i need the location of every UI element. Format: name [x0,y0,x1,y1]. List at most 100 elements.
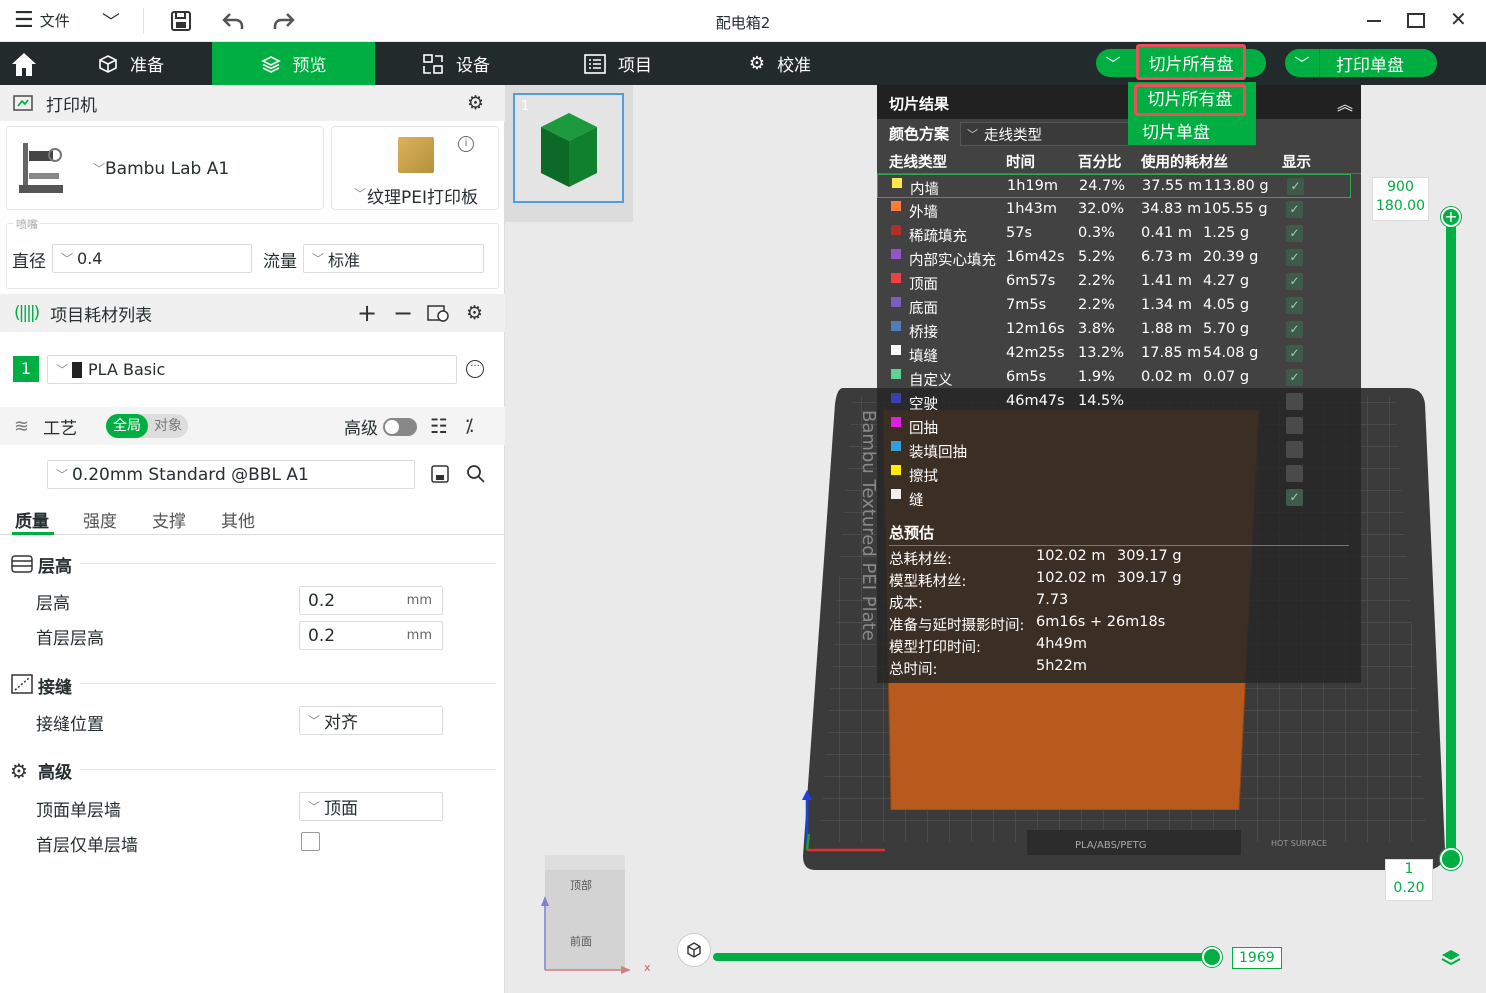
menu-slice-plate[interactable]: 切片单盘 [1142,118,1210,143]
legend-visibility-checkbox[interactable]: ✓ [1286,273,1303,290]
plate-thumbnail[interactable]: 1 [513,93,624,203]
legend-name: 缝 [909,493,924,509]
legend-length: 1.34 m [1141,297,1193,313]
list-view-icon[interactable]: ☷ [430,414,448,438]
object-option[interactable]: 对象 [148,414,188,438]
home-icon[interactable] [10,51,38,77]
undo-icon[interactable] [221,10,245,32]
minimize-icon[interactable] [1367,20,1381,22]
tab-quality[interactable]: 质量 [15,507,49,532]
tab-project[interactable]: 项目 [537,42,699,85]
print-dropdown-chevron-icon[interactable]: ﹀ [1285,53,1319,74]
layer-slider-track[interactable] [1446,217,1456,860]
process-preset-select[interactable]: ﹀ 0.20mm Standard @BBL A1 [47,460,415,489]
maximize-icon[interactable] [1407,13,1425,28]
info-icon[interactable]: i [458,136,474,152]
legend-visibility-checkbox[interactable] [1286,465,1303,482]
printer-model-select[interactable]: Bambu Lab A1 [105,159,229,179]
gear-icon: ⚙ [748,53,766,74]
close-icon[interactable]: ✕ [1450,7,1467,31]
first-layer-height-label: 首层层高 [36,629,104,649]
save-preset-icon[interactable] [431,465,449,483]
reset-view-icon[interactable] [677,933,711,967]
slice-all-button[interactable]: 切片所有盘 [1136,44,1246,80]
more-options-icon[interactable]: ··· [466,360,484,378]
color-scheme-select[interactable]: ﹀ 走线类型 [960,122,1130,146]
chevron-down-icon[interactable]: ﹀ [102,8,120,34]
top-single-wall-select[interactable]: ﹀ 顶面 [299,792,443,821]
layer-height-group-title: 层高 [38,557,72,577]
add-icon[interactable]: + [357,299,377,327]
search-icon[interactable] [466,464,486,484]
menu-slice-all[interactable]: 切片所有盘 [1134,84,1246,116]
seam-position-select[interactable]: ﹀ 对齐 [299,706,443,735]
header-time: 时间 [1006,155,1035,171]
filament-settings-gear-icon[interactable]: ⚙ [466,302,483,324]
legend-name: 底面 [909,301,938,317]
print-plate-button[interactable]: 打印单盘 [1320,51,1404,76]
legend-visibility-checkbox[interactable]: ✓ [1286,345,1303,362]
tab-calibrate[interactable]: ⚙ 校准 [699,42,861,85]
legend-visibility-checkbox[interactable]: ✓ [1286,489,1303,506]
legend-name: 擦拭 [909,469,938,485]
save-icon[interactable] [170,10,192,32]
compare-icon[interactable]: ⁒ [465,415,474,437]
global-option[interactable]: 全局 [106,414,148,438]
tab-strength[interactable]: 强度 [83,507,117,532]
legend-weight: 1.25 g [1203,225,1250,241]
legend-visibility-checkbox[interactable]: ✓ [1286,201,1303,218]
tab-device[interactable]: 设备 [375,42,537,85]
redo-icon[interactable] [272,10,296,32]
printer-settings-gear-icon[interactable]: ⚙ [467,92,484,114]
move-slider-track[interactable] [713,953,1211,961]
plate-card[interactable]: i ﹀ 纹理PEI打印板 [331,126,499,210]
first-layer-single-wall-checkbox[interactable] [301,832,320,851]
printer-card[interactable]: ﹀ Bambu Lab A1 [6,126,324,210]
remove-icon[interactable]: − [393,299,413,327]
tab-preview[interactable]: 预览 [212,42,375,85]
layer-slider-bottom-thumb[interactable] [1440,848,1462,870]
total-value-2: 309.17 g [1117,548,1182,564]
legend-visibility-checkbox[interactable] [1286,393,1303,410]
legend-visibility-checkbox[interactable] [1286,441,1303,458]
file-menu[interactable]: ☰ 文件 [14,9,70,31]
first-layer-height-unit: mm [406,628,432,643]
seam-icon [11,674,33,694]
legend-time: 12m16s [1006,321,1065,337]
legend-percent: 0.3% [1078,225,1115,241]
legend-visibility-checkbox[interactable]: ✓ [1286,225,1303,242]
legend-visibility-checkbox[interactable] [1286,417,1303,434]
layers-toggle-icon[interactable] [1440,947,1462,969]
advanced-toggle[interactable] [383,418,417,436]
chevron-down-icon: ﹀ [56,363,69,377]
tab-prepare[interactable]: 准备 [50,42,212,85]
legend-visibility-checkbox[interactable]: ✓ [1286,321,1303,338]
first-layer-height-input[interactable]: 0.2 mm [299,621,443,650]
diameter-select[interactable]: ﹀ 0.4 [52,244,252,273]
legend-swatch [891,345,901,355]
layer-slider-top-thumb[interactable]: + [1441,207,1461,227]
total-value-2: 309.17 g [1117,570,1182,586]
move-slider-thumb[interactable] [1202,947,1222,967]
global-object-toggle[interactable]: 全局 对象 [106,414,188,438]
title-bar: ☰ 文件 ﹀ 配电箱2 ✕ [0,0,1486,42]
legend-visibility-checkbox[interactable]: ✓ [1287,178,1304,195]
slice-dropdown-chevron-icon[interactable]: ﹀ [1096,53,1130,74]
legend-time: 6m5s [1006,369,1047,385]
file-label: 文件 [39,12,70,30]
collapse-chevron-icon[interactable]: ︽ [1337,91,1353,115]
flow-select[interactable]: ﹀ 标准 [303,244,484,273]
flow-label: 流量 [263,252,297,272]
legend-visibility-checkbox[interactable]: ✓ [1286,249,1303,266]
seam-position-label: 接缝位置 [36,715,104,735]
tab-others[interactable]: 其他 [221,507,255,532]
tab-support[interactable]: 支撑 [152,507,186,532]
layer-height-input[interactable]: 0.2 mm [299,586,443,615]
filament-sync-icon[interactable] [427,303,449,323]
legend-visibility-checkbox[interactable]: ✓ [1286,297,1303,314]
legend-name: 稀疏填充 [909,229,967,245]
total-label: 模型打印时间: [889,640,981,656]
filament-select[interactable]: ﹀ PLA Basic [47,355,457,384]
legend-visibility-checkbox[interactable]: ✓ [1286,369,1303,386]
plate-type-select[interactable]: 纹理PEI打印板 [367,183,478,208]
